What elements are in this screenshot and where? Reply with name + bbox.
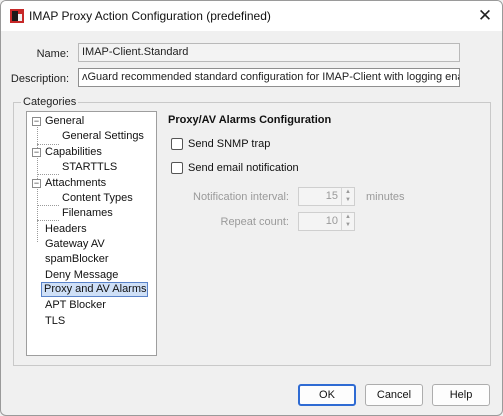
title-bar[interactable]: IMAP Proxy Action Configuration (predefi… bbox=[1, 1, 502, 31]
send-email-notification-label[interactable]: Send email notification bbox=[188, 162, 299, 174]
spin-up-icon[interactable]: ▲ bbox=[342, 213, 354, 221]
categories-tree[interactable]: − General General Settings − Capabilitie… bbox=[26, 111, 157, 356]
tree-item-deny-message[interactable]: Deny Message bbox=[43, 268, 120, 283]
collapse-capabilities-icon[interactable]: − bbox=[32, 148, 41, 157]
tree-item-proxy-and-av-alarms[interactable]: Proxy and AV Alarms bbox=[41, 282, 148, 297]
tree-guide-line bbox=[37, 220, 59, 221]
notification-interval-label: Notification interval: bbox=[193, 191, 289, 203]
repeat-count-label: Repeat count: bbox=[220, 216, 290, 228]
close-icon[interactable]: ✕ bbox=[474, 5, 496, 27]
collapse-attachments-icon[interactable]: − bbox=[32, 179, 41, 188]
tree-item-content-types[interactable]: Content Types bbox=[60, 191, 135, 206]
spin-up-icon[interactable]: ▲ bbox=[342, 188, 354, 196]
cancel-button[interactable]: Cancel bbox=[365, 384, 423, 406]
description-label: Description: bbox=[10, 73, 69, 85]
interval-unit-label: minutes bbox=[366, 191, 405, 203]
send-snmp-trap-checkbox[interactable] bbox=[171, 138, 183, 150]
name-field[interactable]: IMAP-Client.Standard bbox=[78, 43, 460, 62]
tree-guide-line bbox=[37, 187, 38, 242]
dialog-window: IMAP Proxy Action Configuration (predefi… bbox=[0, 0, 503, 416]
send-email-notification-checkbox[interactable] bbox=[171, 162, 183, 174]
tree-item-general-settings[interactable]: General Settings bbox=[60, 129, 146, 144]
spinner-buttons: ▲ ▼ bbox=[341, 213, 354, 230]
tree-item-spamblocker[interactable]: spamBlocker bbox=[43, 252, 111, 267]
ok-button[interactable]: OK bbox=[298, 384, 356, 406]
tree-guide-line bbox=[37, 174, 59, 175]
tree-item-headers[interactable]: Headers bbox=[43, 222, 89, 237]
spin-down-icon[interactable]: ▼ bbox=[342, 196, 354, 204]
tree-item-filenames[interactable]: Filenames bbox=[60, 206, 115, 221]
alarms-section-title: Proxy/AV Alarms Configuration bbox=[168, 114, 332, 126]
notification-interval-spinner[interactable]: 15 ▲ ▼ bbox=[298, 187, 355, 206]
tree-item-starttls[interactable]: STARTTLS bbox=[60, 160, 119, 175]
tree-item-apt-blocker[interactable]: APT Blocker bbox=[43, 298, 108, 313]
name-label: Name: bbox=[36, 48, 69, 60]
repeat-count-spinner[interactable]: 10 ▲ ▼ bbox=[298, 212, 355, 231]
collapse-general-icon[interactable]: − bbox=[32, 117, 41, 126]
notification-interval-value: 15 bbox=[325, 190, 338, 202]
window-title: IMAP Proxy Action Configuration (predefi… bbox=[29, 9, 271, 23]
watchguard-app-icon bbox=[10, 9, 24, 23]
spinner-buttons: ▲ ▼ bbox=[341, 188, 354, 205]
categories-legend: Categories bbox=[21, 96, 79, 108]
description-field[interactable]: ʌGuard recommended standard configuratio… bbox=[78, 68, 460, 87]
repeat-count-value: 10 bbox=[325, 215, 338, 227]
tree-item-capabilities[interactable]: Capabilities bbox=[43, 145, 104, 160]
tree-guide-line bbox=[37, 205, 59, 206]
send-snmp-trap-label[interactable]: Send SNMP trap bbox=[188, 138, 270, 150]
tree-item-general[interactable]: General bbox=[43, 114, 86, 129]
tree-item-gateway-av[interactable]: Gateway AV bbox=[43, 237, 107, 252]
tree-item-attachments[interactable]: Attachments bbox=[43, 176, 108, 191]
help-button[interactable]: Help bbox=[432, 384, 490, 406]
tree-item-tls[interactable]: TLS bbox=[43, 314, 67, 329]
spin-down-icon[interactable]: ▼ bbox=[342, 221, 354, 229]
